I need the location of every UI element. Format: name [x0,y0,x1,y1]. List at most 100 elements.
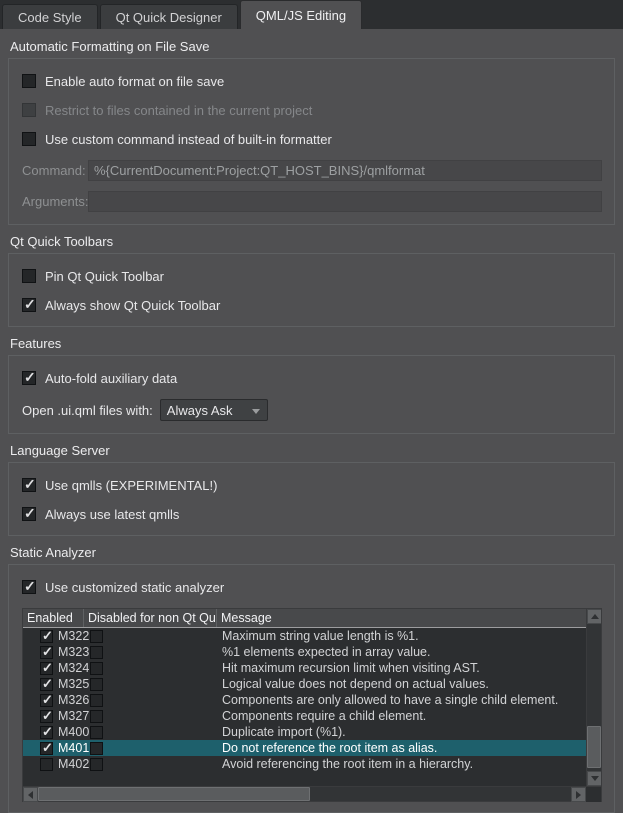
row-latest-qmlls: Always use latest qmlls [22,506,602,522]
group-language-server: Use qmlls (EXPERIMENTAL!) Always use lat… [8,462,615,536]
up-arrow-icon [591,614,599,619]
group-static-analyzer: Use customized static analyzer Enabled D… [8,564,615,813]
pin-toolbar-checkbox[interactable] [22,269,36,283]
table-row-selected[interactable]: M401 Do not reference the root item as a… [23,740,586,756]
group-features: Auto-fold auxiliary data Open .ui.qml fi… [8,355,615,434]
tab-qml-js-editing[interactable]: QML/JS Editing [240,0,362,29]
table-row[interactable]: M400 Duplicate import (%1). [23,724,586,740]
rule-message: Components are only allowed to have a si… [217,693,586,707]
scroll-up-button[interactable] [587,609,601,624]
table-row[interactable]: M324 Hit maximum recursion limit when vi… [23,660,586,676]
section-title-static-analyzer: Static Analyzer [10,545,615,560]
scroll-down-button[interactable] [587,771,601,786]
open-ui-qml-combobox[interactable]: Always Ask [160,399,268,421]
tab-code-style[interactable]: Code Style [2,4,98,29]
vertical-scrollbar[interactable] [586,609,601,786]
column-header-message[interactable]: Message [217,609,586,627]
disabled-non-quick-checkbox[interactable] [90,662,103,675]
group-auto-format: Enable auto format on file save Restrict… [8,58,615,225]
section-title-language-server: Language Server [10,443,615,458]
latest-qmlls-label[interactable]: Always use latest qmlls [45,507,179,522]
enable-auto-format-checkbox[interactable] [22,74,36,88]
arguments-input[interactable] [88,191,602,212]
table-row[interactable]: M322 Maximum string value length is %1. [23,628,586,644]
chevron-down-icon [252,409,260,414]
down-arrow-icon [591,776,599,781]
restrict-files-label: Restrict to files contained in the curre… [45,103,312,118]
section-title-features: Features [10,336,615,351]
row-use-custom-command: Use custom command instead of built-in f… [22,131,602,147]
use-customized-analyzer-label[interactable]: Use customized static analyzer [45,580,224,595]
disabled-non-quick-checkbox[interactable] [90,758,103,771]
tab-qt-quick-designer[interactable]: Qt Quick Designer [100,4,238,29]
disabled-non-quick-checkbox[interactable] [90,630,103,643]
latest-qmlls-checkbox[interactable] [22,507,36,521]
row-enable-auto-format: Enable auto format on file save [22,73,602,89]
always-show-toolbar-label[interactable]: Always show Qt Quick Toolbar [45,298,220,313]
vertical-scroll-track[interactable] [587,624,601,771]
row-command: Command: %{CurrentDocument:Project:QT_HO… [22,160,602,181]
table-empty-area [23,772,586,786]
disabled-non-quick-checkbox[interactable] [90,710,103,723]
disabled-non-quick-checkbox[interactable] [90,726,103,739]
rule-message: Duplicate import (%1). [217,725,586,739]
auto-fold-checkbox[interactable] [22,371,36,385]
column-header-enabled[interactable]: Enabled [23,609,84,627]
section-title-toolbars: Qt Quick Toolbars [10,234,615,249]
scroll-right-button[interactable] [571,787,586,802]
arguments-label: Arguments: [22,194,88,209]
rule-message: Maximum string value length is %1. [217,629,586,643]
pin-toolbar-label[interactable]: Pin Qt Quick Toolbar [45,269,164,284]
table-row[interactable]: M327 Components require a child element. [23,708,586,724]
enabled-checkbox[interactable] [40,646,53,659]
table-row[interactable]: M402 Avoid referencing the root item in … [23,756,586,772]
enabled-checkbox[interactable] [40,662,53,675]
disabled-non-quick-checkbox[interactable] [90,678,103,691]
rule-message: Avoid referencing the root item in a hie… [217,757,586,771]
use-custom-command-checkbox[interactable] [22,132,36,146]
table-row[interactable]: M326 Components are only allowed to have… [23,692,586,708]
command-input[interactable]: %{CurrentDocument:Project:QT_HOST_BINS}/… [88,160,602,181]
vertical-scroll-thumb[interactable] [587,726,601,768]
table-row[interactable]: M325 Logical value does not depend on ac… [23,676,586,692]
row-arguments: Arguments: [22,191,602,212]
use-custom-command-label[interactable]: Use custom command instead of built-in f… [45,132,332,147]
row-pin-toolbar: Pin Qt Quick Toolbar [22,268,602,284]
horizontal-scroll-track[interactable] [38,787,571,801]
enabled-checkbox[interactable] [40,694,53,707]
left-arrow-icon [28,791,33,799]
horizontal-scroll-thumb[interactable] [38,787,310,801]
row-restrict-files: Restrict to files contained in the curre… [22,102,602,118]
rule-message: Hit maximum recursion limit when visitin… [217,661,586,675]
auto-fold-label[interactable]: Auto-fold auxiliary data [45,371,177,386]
row-use-customized-analyzer: Use customized static analyzer [22,579,602,595]
section-title-auto-format: Automatic Formatting on File Save [10,39,615,54]
right-arrow-icon [576,791,581,799]
column-header-disabled-non-quick[interactable]: Disabled for non Qt Quick UI [84,609,217,627]
enabled-checkbox[interactable] [40,630,53,643]
enabled-checkbox[interactable] [40,710,53,723]
open-ui-qml-label: Open .ui.qml files with: [22,403,153,418]
enabled-checkbox[interactable] [40,726,53,739]
qml-js-editing-pane: Automatic Formatting on File Save Enable… [0,29,623,813]
disabled-non-quick-checkbox[interactable] [90,694,103,707]
enabled-checkbox[interactable] [40,742,53,755]
scroll-left-button[interactable] [23,787,38,802]
horizontal-scrollbar[interactable] [23,786,601,801]
rule-message: %1 elements expected in array value. [217,645,586,659]
disabled-non-quick-checkbox[interactable] [90,646,103,659]
table-header: Enabled Disabled for non Qt Quick UI Mes… [23,609,586,628]
table-row[interactable]: M323 %1 elements expected in array value… [23,644,586,660]
enable-auto-format-label[interactable]: Enable auto format on file save [45,74,224,89]
disabled-non-quick-checkbox[interactable] [90,742,103,755]
restrict-files-checkbox [22,103,36,117]
use-qmlls-label[interactable]: Use qmlls (EXPERIMENTAL!) [45,478,217,493]
always-show-toolbar-checkbox[interactable] [22,298,36,312]
row-auto-fold: Auto-fold auxiliary data [22,370,602,386]
group-toolbars: Pin Qt Quick Toolbar Always show Qt Quic… [8,253,615,327]
enabled-checkbox[interactable] [40,758,53,771]
use-qmlls-checkbox[interactable] [22,478,36,492]
enabled-checkbox[interactable] [40,678,53,691]
rule-message: Components require a child element. [217,709,586,723]
use-customized-analyzer-checkbox[interactable] [22,580,36,594]
